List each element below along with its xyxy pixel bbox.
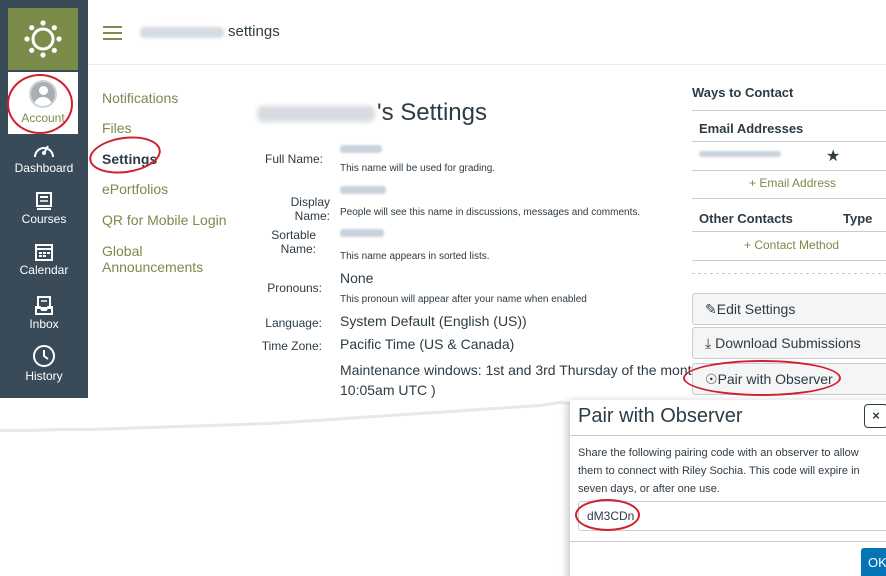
maintenance-line1: Maintenance windows: 1st and 3rd Thursda… xyxy=(340,362,700,378)
dialog-footer-divider xyxy=(570,541,886,542)
edit-settings-label: Edit Settings xyxy=(716,301,796,317)
highlight-pairing-code xyxy=(575,499,640,531)
contact-method-divider xyxy=(692,260,886,261)
sortable-label-line1: Sortable xyxy=(271,228,316,242)
nav-history-label: History xyxy=(25,369,63,383)
breadcrumb: settings xyxy=(140,23,280,40)
close-icon[interactable]: × xyxy=(864,404,886,428)
display-name-hint: People will see this name in discussions… xyxy=(340,207,641,218)
full-name-label: Full Name: xyxy=(264,152,323,166)
subnav-files[interactable]: Files xyxy=(102,120,132,136)
nav-calendar-label: Calendar xyxy=(19,263,69,277)
history-icon xyxy=(33,345,55,367)
courses-icon xyxy=(36,192,52,210)
highlight-settings xyxy=(86,132,164,178)
edit-settings-button[interactable]: ✎Edit Settings xyxy=(692,293,886,325)
dashboard-icon xyxy=(34,145,54,158)
dialog-header-divider xyxy=(570,435,886,436)
full-name-value-blurred xyxy=(340,145,382,153)
email-row-divider xyxy=(692,170,886,171)
nav-dashboard-label: Dashboard xyxy=(14,161,74,175)
contact-divider xyxy=(692,110,886,111)
breadcrumb-settings: settings xyxy=(228,23,280,40)
calendar-icon xyxy=(35,244,53,261)
add-email-link[interactable]: + Email Address xyxy=(749,176,836,190)
canvas-logo-icon xyxy=(24,20,62,58)
pair-with-observer-dialog: Pair with Observer × Share the following… xyxy=(570,400,886,576)
dashed-divider xyxy=(692,273,886,274)
sortable-label-line2: Name: xyxy=(280,242,316,256)
language-label: Language: xyxy=(265,316,322,330)
language-value: System Default (English (US)) xyxy=(340,313,527,329)
blurred-title-name xyxy=(257,105,375,122)
inbox-icon xyxy=(35,296,53,315)
timezone-value: Pacific Time (US & Canada) xyxy=(340,336,515,352)
dialog-instructions: Share the following pairing code with an… xyxy=(578,447,860,495)
subnav-global-line2: Announcements xyxy=(102,259,204,275)
subnav-qr-mobile-login[interactable]: QR for Mobile Login xyxy=(102,212,227,228)
subnav-notifications[interactable]: Notifications xyxy=(102,90,178,106)
subnav-global-announcements[interactable]: Global Announcements xyxy=(102,243,203,275)
email-section-divider xyxy=(692,198,886,199)
other-contacts-divider xyxy=(692,231,886,232)
other-contacts-title: Other Contacts xyxy=(699,211,793,226)
highlight-pair-button xyxy=(683,360,841,396)
sortable-name-label: Sortable Name: xyxy=(266,228,316,256)
display-name-value-blurred xyxy=(340,186,386,194)
pronouns-label: Pronouns: xyxy=(267,281,322,295)
highlight-account xyxy=(7,74,73,134)
sortable-name-value-blurred xyxy=(340,229,384,237)
page-title: 's Settings xyxy=(257,99,487,127)
download-icon: ⤓ xyxy=(705,335,716,351)
nav-history[interactable]: History xyxy=(0,344,88,383)
nav-courses[interactable]: Courses xyxy=(0,191,88,226)
subnav-global-line1: Global xyxy=(102,243,143,259)
header-divider xyxy=(88,64,886,65)
default-email-star-icon[interactable]: ★ xyxy=(826,146,840,166)
nav-inbox-label: Inbox xyxy=(29,317,59,331)
nav-calendar[interactable]: Calendar xyxy=(0,242,88,277)
pronouns-value: None xyxy=(340,270,374,286)
global-nav: Account Dashboard Courses Calendar Inbox… xyxy=(0,0,88,400)
blurred-user-name xyxy=(140,26,224,38)
dialog-title: Pair with Observer xyxy=(578,405,743,427)
pencil-icon: ✎ xyxy=(705,301,717,317)
email-addresses-title: Email Addresses xyxy=(699,121,804,136)
subnav-eportfolios[interactable]: ePortfolios xyxy=(102,181,168,197)
canvas-logo[interactable] xyxy=(8,8,78,70)
nav-dashboard[interactable]: Dashboard xyxy=(0,140,88,175)
timezone-label: Time Zone: xyxy=(261,339,322,353)
maintenance-line2: 10:05am UTC ) xyxy=(340,382,436,398)
page-title-suffix: 's Settings xyxy=(377,99,487,126)
ways-to-contact-title: Ways to Contact xyxy=(692,85,794,100)
download-submissions-label: Download Submissions xyxy=(715,335,861,351)
email-divider xyxy=(692,141,886,142)
sortable-name-hint: This name appears in sorted lists. xyxy=(340,251,490,262)
hamburger-menu-icon[interactable] xyxy=(103,26,122,40)
email-value-blurred xyxy=(699,151,781,157)
display-name-label: Display Name: xyxy=(290,195,330,223)
add-contact-method-link[interactable]: + Contact Method xyxy=(744,238,839,252)
type-column-header: Type xyxy=(843,211,873,226)
download-submissions-button[interactable]: ⤓ Download Submissions xyxy=(692,327,886,359)
ok-button[interactable]: OK xyxy=(861,548,886,576)
nav-inbox[interactable]: Inbox xyxy=(0,296,88,331)
pronouns-hint: This pronoun will appear after your name… xyxy=(340,294,587,305)
full-name-hint: This name will be used for grading. xyxy=(340,163,496,174)
nav-courses-label: Courses xyxy=(21,212,67,226)
